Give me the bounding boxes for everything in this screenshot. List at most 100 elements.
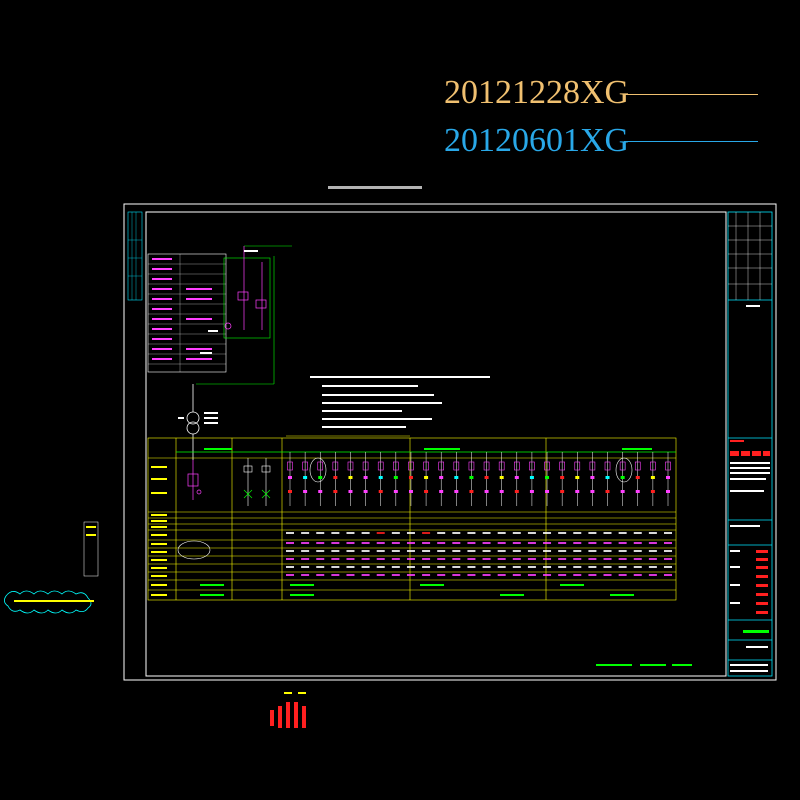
feeder-cell [316, 532, 325, 534]
feeder-cell [512, 532, 521, 534]
feeder-cell [482, 532, 491, 534]
feeder-cell [452, 532, 461, 534]
feeder-cell [406, 558, 415, 560]
feeder-marker [318, 476, 323, 479]
feeder-cell [286, 558, 294, 560]
feeder-marker [348, 490, 353, 493]
feeder-cell [618, 532, 627, 534]
feeder-cell [452, 550, 461, 552]
feeder-cell [286, 550, 294, 552]
feeder-circuit [393, 452, 399, 506]
feeder-cell [301, 574, 310, 576]
feeder-cell [558, 566, 567, 568]
feeder-cell [664, 558, 672, 560]
feeder-marker [620, 476, 625, 479]
bottom-row-label [610, 594, 634, 596]
feeder-circuit [362, 452, 369, 506]
feeder-cell [482, 574, 491, 576]
feeder-cell [618, 542, 627, 544]
feeder-cell [376, 574, 385, 576]
feeder-cell [331, 574, 340, 576]
bottom-row-label [420, 584, 444, 586]
feeder-cell [573, 558, 582, 560]
feeder-cell [391, 542, 400, 544]
feeder-cell [664, 532, 672, 534]
feeder-marker [575, 490, 580, 493]
feeder-marker [635, 490, 640, 493]
feeder-cell [618, 566, 627, 568]
feeder-cell [573, 566, 582, 568]
feeder-cell [286, 574, 294, 576]
feeder-cell [588, 574, 597, 576]
feeder-cell [588, 532, 597, 534]
side-note-box [83, 521, 99, 577]
feeder-marker [408, 490, 413, 493]
feeder-circuit [650, 452, 656, 506]
feeder-cell [633, 550, 642, 552]
feeder-cell [406, 550, 415, 552]
feeder-cell [467, 532, 476, 534]
feeder-circuit [423, 452, 429, 506]
bottom-annotation [284, 692, 306, 694]
feeder-cell [406, 574, 415, 576]
feeder-marker [393, 476, 398, 479]
feeder-cell [361, 532, 370, 534]
feeder-cell [316, 558, 325, 560]
feeder-circuit [529, 452, 535, 506]
feeder-cell [558, 574, 567, 576]
row-header-labels [151, 466, 167, 596]
transformer-labels [178, 412, 218, 424]
feeder-cell [467, 574, 476, 576]
feeder-marker [439, 490, 444, 493]
feeder-marker [605, 476, 610, 479]
feeder-cell [512, 574, 521, 576]
feeder-marker [454, 490, 459, 493]
feeder-cell [648, 532, 657, 534]
feeder-marker [650, 476, 655, 479]
footer-note [596, 664, 692, 666]
feeder-marker [590, 476, 595, 479]
feeder-marker [333, 476, 338, 479]
feeder-marker [514, 476, 519, 479]
feeder-marker [363, 490, 368, 493]
feeder-cell [512, 558, 521, 560]
feeder-cell [467, 542, 476, 544]
feeder-cell [316, 542, 325, 544]
bottom-row-label [200, 594, 224, 596]
legend-table [147, 253, 227, 373]
feeder-circuit [468, 452, 475, 506]
feeder-cell [603, 550, 612, 552]
feeder-cell [406, 566, 415, 568]
feeder-cell [422, 550, 431, 552]
feeder-cell [361, 566, 370, 568]
feeder-marker [469, 476, 474, 479]
feeder-cell [406, 542, 415, 544]
feeder-cell [573, 550, 582, 552]
bottom-row-label [560, 584, 584, 586]
feeder-cell [331, 550, 340, 552]
feeder-cell [618, 574, 627, 576]
feeder-cell [316, 574, 325, 576]
feeder-cell [543, 542, 552, 544]
feeder-cell [452, 574, 461, 576]
feeder-cell [437, 532, 446, 534]
feeder-cell [648, 574, 657, 576]
feeder-circuit [559, 452, 565, 506]
feeder-cell [527, 558, 536, 560]
feeder-marker [650, 490, 655, 493]
feeder-circuit [574, 452, 581, 506]
feeder-circuit [604, 452, 611, 506]
feeder-cell [633, 566, 642, 568]
feeder-cell [558, 532, 567, 534]
feeder-cell [512, 550, 521, 552]
feeder-cell [527, 532, 536, 534]
legend-table-rows [148, 254, 226, 372]
feeder-marker [499, 490, 504, 493]
feeder-cell [497, 532, 506, 534]
cloud-text [14, 600, 94, 602]
feeder-cell [497, 566, 506, 568]
feeder-cell [603, 566, 612, 568]
feeder-cell [376, 558, 385, 560]
feeder-marker [605, 490, 610, 493]
feeder-circuit [634, 452, 641, 506]
